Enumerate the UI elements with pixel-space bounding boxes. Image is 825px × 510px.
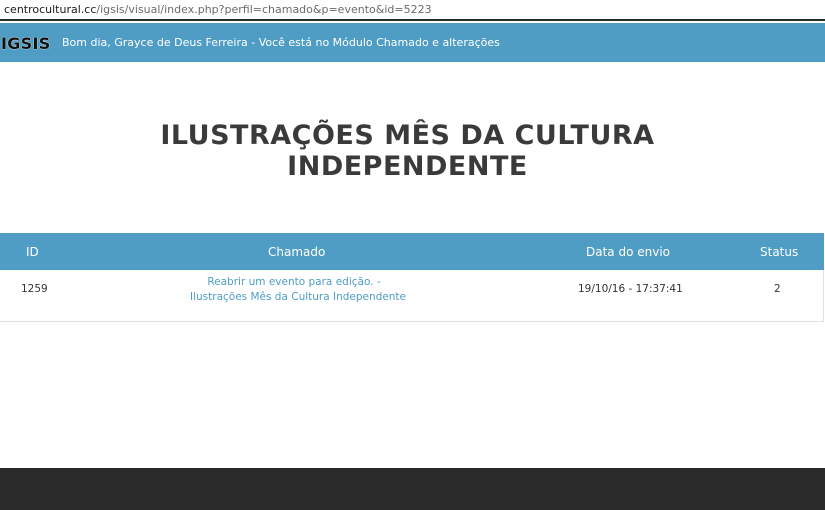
chamado-link-line-2[interactable]: Ilustrações Mês da Cultura Independente (190, 290, 406, 305)
url-host: centrocultural.cc (4, 3, 97, 16)
chamado-link-line-1[interactable]: Reabrir um evento para edição. - (190, 275, 398, 290)
address-bar[interactable]: centrocultural.cc/igsis/visual/index.php… (0, 0, 825, 21)
cell-id: 1259 (21, 283, 48, 295)
column-header-data: Data do envio (586, 245, 671, 259)
page-title-line-2: INDEPENDENTE (287, 151, 528, 182)
page-footer (0, 468, 825, 510)
chamados-table: ID Chamado Data do envio Status 1259 Rea… (0, 233, 824, 322)
greeting-text: Bom dia, Grayce de Deus Ferreira - Você … (62, 36, 500, 49)
column-header-status: Status (760, 245, 799, 259)
column-header-chamado: Chamado (268, 245, 326, 259)
table-header: ID Chamado Data do envio Status (0, 233, 824, 270)
url-text[interactable]: centrocultural.cc/igsis/visual/index.php… (4, 3, 432, 16)
igsis-logo[interactable]: IGSIS (1, 34, 51, 53)
page-title: ILUSTRAÇÕES MÊS DA CULTURA INDEPENDENTE (0, 120, 815, 182)
cell-status: 2 (774, 283, 781, 295)
top-navbar: IGSIS Bom dia, Grayce de Deus Ferreira -… (0, 23, 825, 62)
page-title-line-1: ILUSTRAÇÕES MÊS DA CULTURA (160, 120, 655, 151)
url-path: /igsis/visual/index.php?perfil=chamado&p… (96, 3, 432, 16)
chamado-link[interactable]: Reabrir um evento para edição. - Ilustra… (190, 275, 406, 305)
column-header-id: ID (26, 245, 39, 259)
cell-data-envio: 19/10/16 - 17:37:41 (578, 283, 683, 295)
